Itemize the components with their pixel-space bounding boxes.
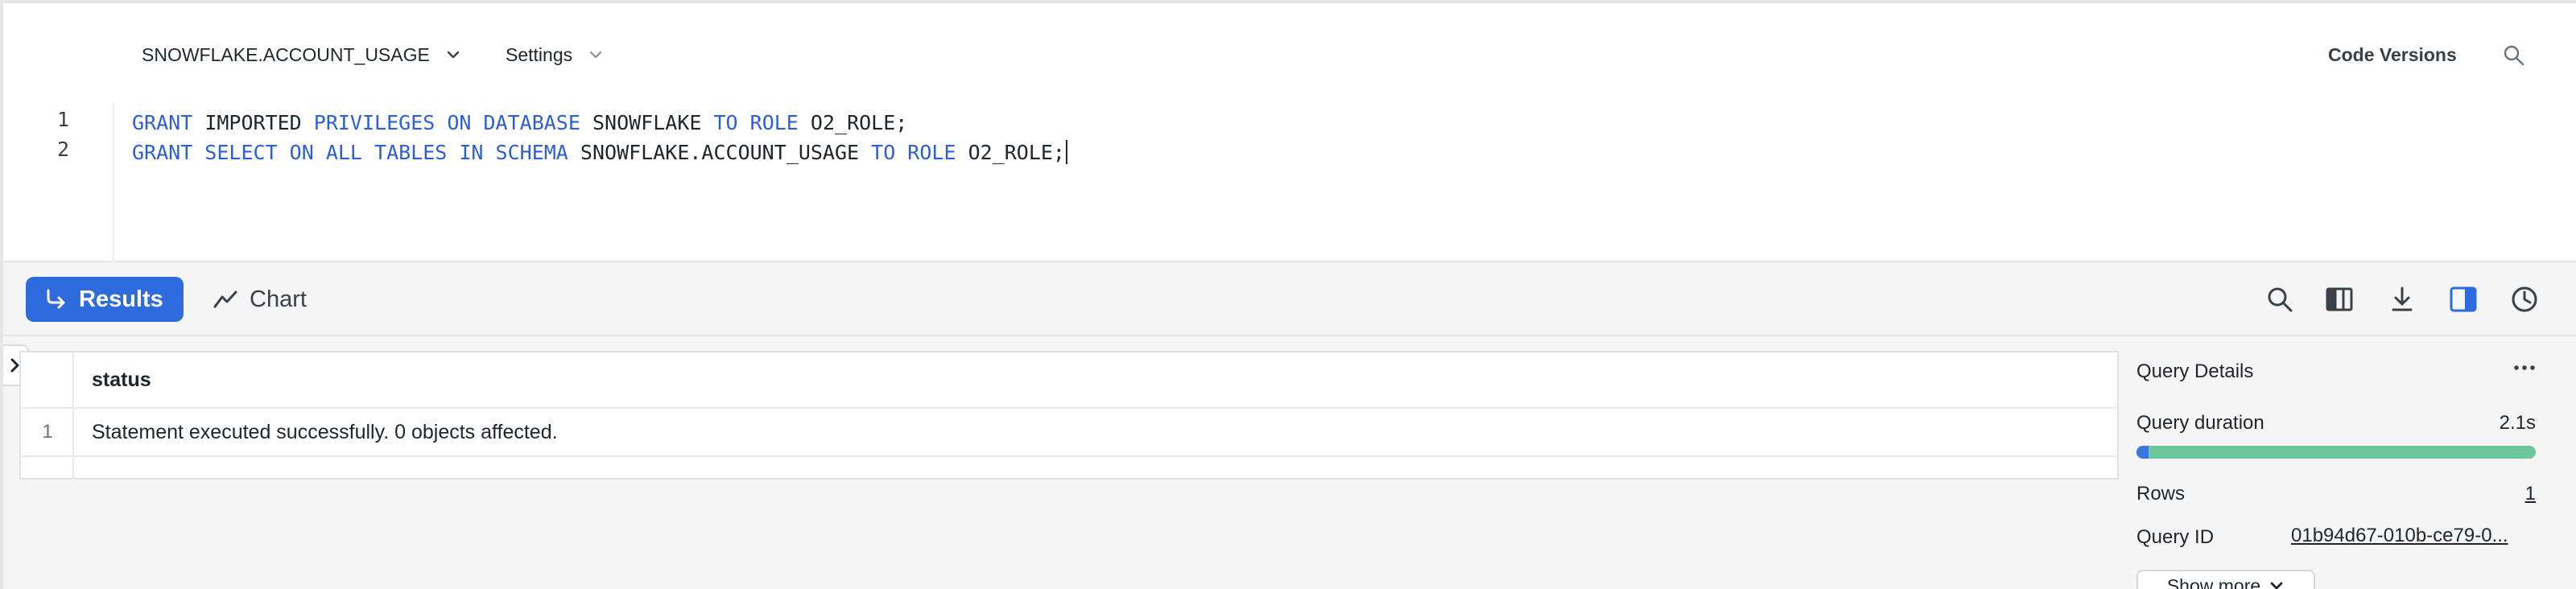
settings-label: Settings [506,43,573,65]
chevron-down-icon [2270,582,2283,589]
worksheet-window: SNOWFLAKE.ACCOUNT_USAGE Settings Code Ve… [0,0,2576,589]
split-panel-icon[interactable] [2449,285,2478,314]
code-line: GRANT IMPORTED PRIVILEGES ON DATABASE SN… [132,108,2467,138]
row-index-cell [21,457,74,480]
sql-identifier: SNOWFLAKE [580,111,714,134]
query-details-panel: Query Details Query duration 2.1s Rows 1… [2136,336,2547,589]
results-toolbar: Results Chart [0,262,2576,336]
query-id-link[interactable]: 01b94d67-010b-ce79-0... [2291,525,2533,547]
sql-keyword: GRANT [132,111,193,134]
search-icon[interactable] [2265,285,2294,314]
line-number: 1 [56,108,69,131]
sql-identifier: IMPORTED [192,111,314,134]
tab-chart[interactable]: Chart [213,277,307,322]
sql-keyword: PRIVILEGES ON DATABASE [313,111,580,134]
database-context-dropdown[interactable]: SNOWFLAKE.ACCOUNT_USAGE [142,39,462,71]
line-chart-icon [213,290,237,308]
results-area: status 1 Statement executed successfully… [0,336,2576,589]
more-options-icon[interactable] [2508,356,2541,380]
chevron-down-icon [447,51,460,59]
table-row-empty [21,457,2117,480]
text-cursor [1065,140,1067,164]
return-arrow-icon [47,289,65,309]
download-icon[interactable] [2388,285,2417,314]
history-icon[interactable] [2510,285,2539,314]
code-line: GRANT SELECT ON ALL TABLES IN SCHEMA SNO… [132,138,2467,167]
rows-value-link[interactable]: 1 [2525,483,2536,505]
query-id-label: Query ID [2136,526,2215,548]
results-grid: status 1 Statement executed successfully… [19,351,2119,480]
table-header-row: status [21,352,2117,409]
sql-editor-pane: SNOWFLAKE.ACCOUNT_USAGE Settings Code Ve… [0,0,2576,264]
chevron-down-icon [590,51,602,59]
columns-icon[interactable] [2325,285,2354,314]
row-index-cell: 1 [21,409,74,455]
query-duration-bar-fill [2136,446,2149,459]
table-row[interactable]: 1 Statement executed successfully. 0 obj… [21,409,2117,457]
sql-keyword: TO ROLE [871,141,956,164]
rows-label: Rows [2136,483,2186,505]
settings-dropdown[interactable]: Settings [506,39,605,71]
tab-chart-label: Chart [250,286,307,312]
query-duration-bar [2136,446,2536,459]
line-number-gutter: 1 2 [3,103,114,264]
sql-identifier: O2_ROLE; [798,111,908,134]
search-icon[interactable] [2502,43,2526,68]
code-versions-label: Code Versions [2328,43,2457,65]
line-number: 2 [56,138,69,161]
sql-identifier: O2_ROLE; [956,141,1065,164]
query-details-title: Query Details [2136,360,2254,382]
show-more-button[interactable]: Show more [2136,570,2315,589]
tab-results-label: Results [79,286,163,312]
query-duration-value: 2.1s [2499,412,2536,434]
sql-code-area[interactable]: GRANT IMPORTED PRIVILEGES ON DATABASE SN… [132,108,2467,253]
database-context-label: SNOWFLAKE.ACCOUNT_USAGE [142,43,430,65]
status-cell[interactable]: Statement executed successfully. 0 objec… [92,409,558,455]
query-duration-label: Query duration [2136,412,2264,434]
code-versions-button[interactable]: Code Versions [2328,39,2457,71]
row-index-header [21,352,74,407]
sql-keyword: TO ROLE [713,111,799,134]
column-header-status[interactable]: status [92,352,151,407]
sql-keyword: GRANT SELECT ON ALL TABLES IN SCHEMA [132,141,568,164]
row-index: 1 [42,421,53,443]
editor-toolbar: SNOWFLAKE.ACCOUNT_USAGE Settings Code Ve… [3,3,2576,103]
sql-identifier: SNOWFLAKE.ACCOUNT_USAGE [568,141,872,164]
show-more-label: Show more [2166,575,2261,589]
tab-results[interactable]: Results [26,277,184,322]
